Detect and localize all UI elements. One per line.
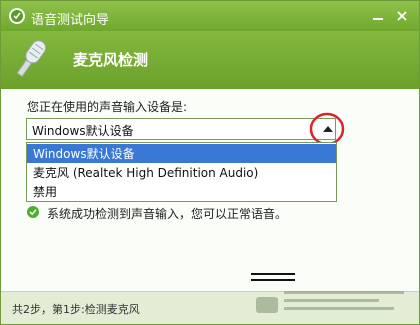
header-banner: 麦克风检测: [1, 31, 419, 89]
watermark-logo: [256, 291, 404, 313]
device-dropdown-list: Windows默认设备 麦克风 (Realtek High Definition…: [26, 142, 337, 202]
dropdown-option[interactable]: 麦克风 (Realtek High Definition Audio): [27, 163, 336, 182]
input-device-select[interactable]: Windows默认设备: [26, 118, 336, 140]
banner-title: 麦克风检测: [73, 51, 149, 69]
status-text: 系统成功检测到声音输入，您可以正常语音。: [47, 207, 288, 221]
step-indicator: 共2步，第1步:检测麦克风: [12, 303, 140, 316]
minimize-button[interactable]: [367, 6, 389, 26]
dropdown-option[interactable]: Windows默认设备: [27, 144, 336, 163]
voice-test-wizard-window: 语音测试向导 麦克风检测 您正在使用的声音输入设备是: Windows默认设备 …: [0, 0, 420, 325]
minimize-icon: [373, 18, 383, 20]
close-icon: [397, 11, 407, 21]
device-label: 您正在使用的声音输入设备是:: [27, 100, 188, 114]
window-title: 语音测试向导: [31, 13, 110, 28]
app-logo-icon: [9, 8, 25, 24]
status-message: 系统成功检测到声音输入，您可以正常语音。: [27, 206, 287, 221]
microphone-icon: [16, 40, 47, 78]
title-bar: 语音测试向导: [1, 1, 419, 31]
select-value: Windows默认设备: [32, 124, 134, 138]
success-check-icon: [27, 206, 39, 218]
dropdown-option[interactable]: 禁用: [27, 182, 336, 201]
close-button[interactable]: [391, 6, 413, 26]
